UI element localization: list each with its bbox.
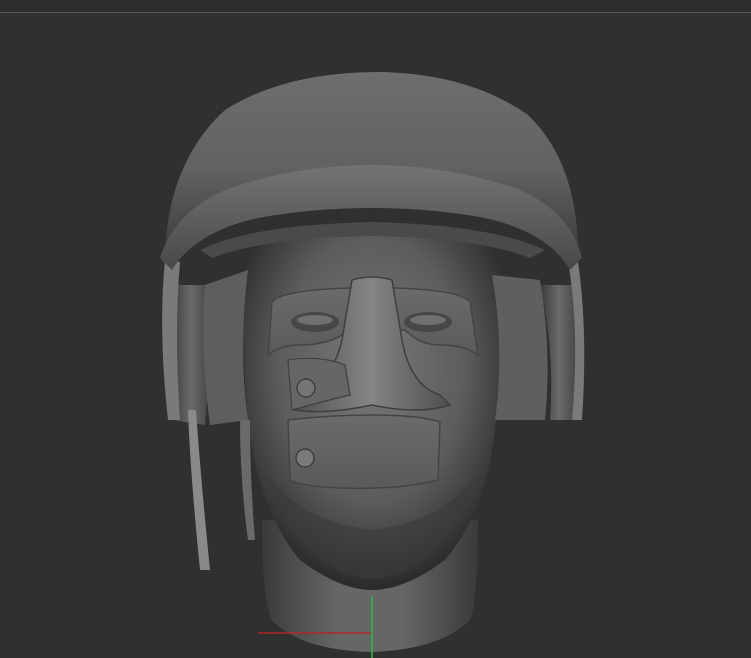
right-ear-pad-inner [492, 275, 548, 420]
left-eye-lid [297, 315, 333, 325]
right-eye-lid [410, 315, 446, 325]
sculpt-model[interactable] [0, 0, 751, 658]
3d-viewport[interactable] [0, 0, 751, 658]
left-ear-pad-inner [203, 270, 248, 425]
rivet-upper [296, 378, 316, 398]
left-strap [188, 410, 210, 570]
rivet-lower [295, 448, 315, 468]
